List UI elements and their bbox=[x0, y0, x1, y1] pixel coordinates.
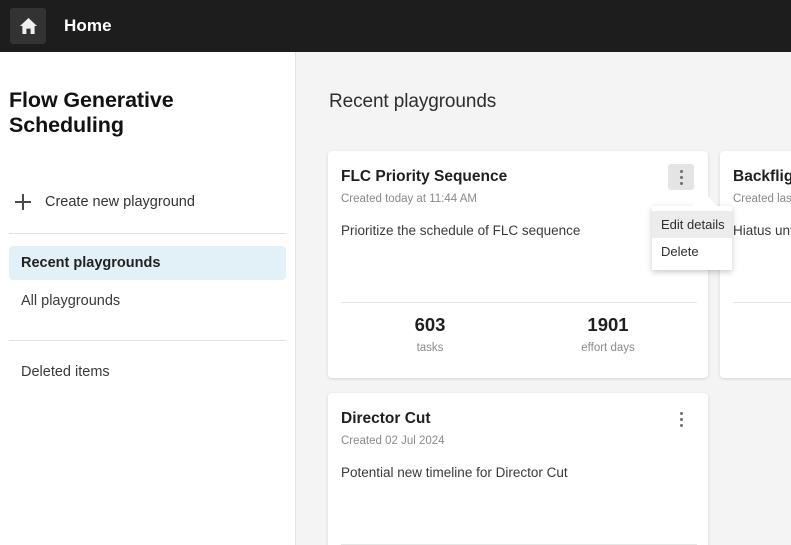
sidebar-nav-primary: Recent playgrounds All playgrounds bbox=[9, 246, 286, 318]
card-divider bbox=[733, 302, 791, 303]
card-kebab-menu-button[interactable] bbox=[668, 164, 694, 190]
main-heading: Recent playgrounds bbox=[329, 91, 497, 112]
card-kebab-menu-button[interactable] bbox=[668, 406, 694, 432]
home-button[interactable] bbox=[10, 8, 46, 44]
kebab-dot bbox=[679, 423, 683, 427]
card-divider bbox=[341, 302, 697, 303]
card-created-date: Created last bbox=[733, 193, 791, 205]
playground-card-director-cut[interactable]: Director Cut Created 02 Jul 2024 Potenti… bbox=[328, 393, 708, 545]
card-description: Hiatus until bbox=[733, 223, 791, 238]
top-bar: Home bbox=[0, 0, 791, 52]
card-created-date: Created 02 Jul 2024 bbox=[341, 435, 445, 447]
sidebar-title: Flow Generative Scheduling bbox=[9, 88, 174, 137]
kebab-dot bbox=[679, 181, 683, 185]
kebab-dot bbox=[679, 175, 683, 179]
home-icon bbox=[19, 17, 38, 35]
card-stat-label: tasks bbox=[416, 342, 444, 354]
context-menu-item-edit-details[interactable]: Edit details bbox=[652, 211, 732, 238]
kebab-dot bbox=[679, 417, 683, 421]
main-content: Recent playgrounds FLC Priority Sequence… bbox=[296, 52, 791, 545]
card-stat-value: 1901 bbox=[587, 314, 629, 335]
card-stats: 603 tasks 1901 effort days bbox=[341, 314, 697, 354]
card-description: Prioritize the schedule of FLC sequence bbox=[341, 223, 581, 238]
card-title: Director Cut bbox=[341, 410, 431, 427]
kebab-dot bbox=[679, 169, 683, 173]
card-title: FLC Priority Sequence bbox=[341, 168, 508, 185]
card-title: Backflight bbox=[733, 168, 791, 185]
card-context-menu: Edit details Delete bbox=[652, 206, 732, 270]
card-stat-effort-days: 1901 effort days bbox=[519, 314, 697, 354]
sidebar-nav-secondary: Deleted items bbox=[9, 355, 286, 389]
kebab-dot bbox=[679, 411, 683, 415]
app-root: Home Flow Generative Scheduling Create n… bbox=[0, 0, 791, 545]
sidebar-divider-bottom bbox=[9, 340, 286, 341]
sidebar-item-deleted-items[interactable]: Deleted items bbox=[9, 355, 286, 389]
create-new-playground-button[interactable]: Create new playground bbox=[9, 188, 286, 216]
sidebar-item-recent-playgrounds[interactable]: Recent playgrounds bbox=[9, 246, 286, 280]
card-description: Potential new timeline for Director Cut bbox=[341, 465, 568, 480]
card-created-date: Created today at 11:44 AM bbox=[341, 193, 477, 205]
playground-cards-row-2: Director Cut Created 02 Jul 2024 Potenti… bbox=[328, 393, 708, 545]
card-stat-label: effort days bbox=[581, 342, 635, 354]
playground-card-flc-priority-sequence[interactable]: FLC Priority Sequence Created today at 1… bbox=[328, 151, 708, 378]
sidebar-item-all-playgrounds[interactable]: All playgrounds bbox=[9, 284, 286, 318]
context-menu-item-delete[interactable]: Delete bbox=[652, 238, 732, 265]
sidebar-divider-top bbox=[9, 233, 286, 234]
sidebar: Flow Generative Scheduling Create new pl… bbox=[0, 52, 296, 545]
card-stat-value: 603 bbox=[414, 314, 446, 335]
page-title: Home bbox=[64, 16, 112, 35]
plus-icon bbox=[15, 194, 31, 210]
card-stat-tasks: 603 tasks bbox=[341, 314, 519, 354]
context-menu-caret bbox=[692, 193, 718, 207]
create-new-playground-label: Create new playground bbox=[45, 194, 195, 210]
